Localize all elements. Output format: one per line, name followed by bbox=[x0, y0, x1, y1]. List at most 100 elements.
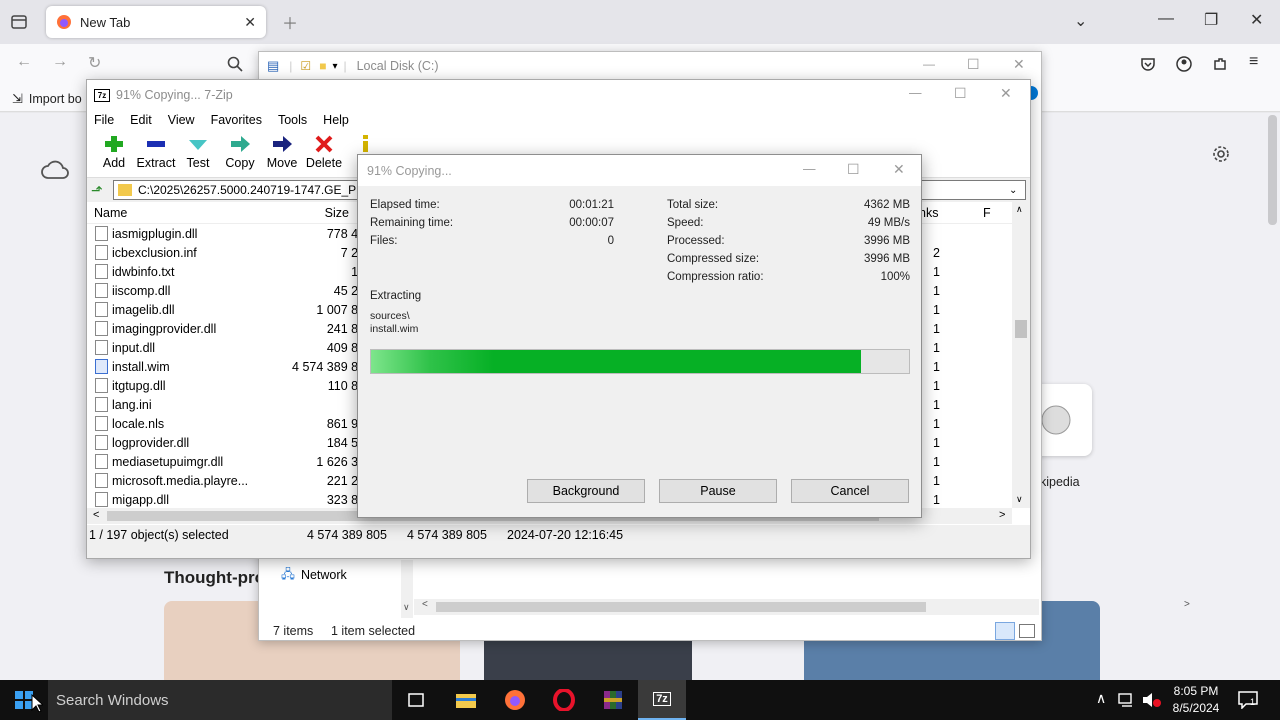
menu-file[interactable]: File bbox=[94, 113, 114, 127]
horizontal-scrollbar[interactable]: < > bbox=[414, 599, 1190, 615]
close-icon[interactable]: ✕ bbox=[893, 161, 905, 178]
progress-bar-fill bbox=[371, 350, 861, 373]
file-icon bbox=[95, 302, 108, 317]
add-button[interactable]: Add bbox=[93, 130, 135, 170]
cancel-button[interactable]: Cancel bbox=[791, 479, 909, 503]
details-view-icon[interactable] bbox=[995, 622, 1015, 640]
nav-network-label: Network bbox=[300, 568, 347, 582]
wikipedia-icon bbox=[1041, 405, 1071, 435]
scroll-right-icon[interactable]: > bbox=[1184, 599, 1190, 610]
scroll-down-icon[interactable]: ∨ bbox=[1016, 494, 1023, 505]
firefox-taskbar-icon[interactable] bbox=[491, 680, 539, 720]
links-value: 1 bbox=[933, 474, 940, 488]
quick-access-dropdown-icon[interactable]: ▾ bbox=[332, 61, 337, 72]
maximize-icon[interactable]: ☐ bbox=[847, 161, 860, 178]
scroll-left-icon[interactable]: < bbox=[422, 599, 428, 610]
menu-help[interactable]: Help bbox=[323, 113, 349, 127]
search-icon[interactable] bbox=[227, 56, 243, 72]
large-icons-view-icon[interactable] bbox=[1019, 624, 1035, 638]
extract-button[interactable]: Extract bbox=[135, 130, 177, 170]
close-icon[interactable]: ✕ bbox=[1013, 56, 1025, 73]
settings-gear-icon[interactable] bbox=[1212, 145, 1230, 163]
task-view-icon[interactable] bbox=[392, 680, 440, 720]
browser-tab-bar: New Tab ✕ ＋ ⌄ — ❐ ✕ bbox=[0, 0, 1280, 44]
processed-value: 3996 MB bbox=[863, 235, 910, 247]
menu-edit[interactable]: Edit bbox=[130, 113, 152, 127]
file-name: itgtupg.dll bbox=[112, 378, 166, 393]
shortcut-label[interactable]: kipedia bbox=[1040, 475, 1080, 489]
pocket-icon[interactable] bbox=[1140, 56, 1156, 72]
nav-item-network[interactable]: 🖧 Network bbox=[259, 560, 399, 590]
file-icon bbox=[95, 492, 108, 507]
chevron-down-icon[interactable]: ⌄ bbox=[1009, 185, 1025, 196]
page-scrollbar[interactable] bbox=[1265, 113, 1280, 680]
scroll-down-icon[interactable]: ∨ bbox=[403, 602, 410, 613]
reload-icon[interactable]: ↻ bbox=[88, 53, 101, 73]
remaining-value: 00:00:07 bbox=[569, 217, 614, 229]
taskbar: Search Windows 7z ∧ 8:05 PM 8/5/2024 1 bbox=[0, 680, 1280, 720]
close-tab-icon[interactable]: ✕ bbox=[244, 14, 256, 31]
file-explorer-taskbar-icon[interactable] bbox=[442, 680, 490, 720]
links-value: 1 bbox=[933, 379, 940, 393]
menu-icon[interactable]: ≡ bbox=[1249, 53, 1258, 71]
close-icon[interactable]: ✕ bbox=[1000, 85, 1012, 102]
browser-tab-new[interactable]: New Tab ✕ bbox=[46, 6, 266, 38]
minimize-icon[interactable]: — bbox=[909, 86, 922, 100]
up-folder-icon[interactable]: ⬏ bbox=[91, 182, 113, 199]
close-icon[interactable]: ✕ bbox=[1250, 10, 1263, 30]
clock[interactable]: 8:05 PM 8/5/2024 bbox=[1166, 683, 1226, 717]
tray-overflow-icon[interactable]: ∧ bbox=[1096, 690, 1106, 707]
info-icon bbox=[363, 135, 368, 152]
winrar-taskbar-icon[interactable] bbox=[589, 680, 637, 720]
speed-label: Speed: bbox=[667, 217, 704, 229]
background-button[interactable]: Background bbox=[527, 479, 645, 503]
menu-view[interactable]: View bbox=[168, 113, 195, 127]
add-label: Add bbox=[102, 156, 126, 170]
taskbar-search[interactable]: Search Windows bbox=[48, 680, 392, 720]
move-button[interactable]: Move bbox=[261, 130, 303, 170]
elapsed-label: Elapsed time: bbox=[370, 199, 440, 211]
column-f[interactable]: F bbox=[983, 206, 991, 220]
copy-progress-dialog[interactable]: 91% Copying... — ☐ ✕ Elapsed time: 00:01:… bbox=[357, 154, 922, 518]
column-size[interactable]: Size bbox=[294, 206, 349, 220]
scroll-left-icon[interactable]: < bbox=[93, 509, 99, 521]
new-tab-icon[interactable]: ＋ bbox=[282, 10, 298, 34]
minimize-icon[interactable]: — bbox=[803, 162, 816, 176]
scroll-right-icon[interactable]: > bbox=[999, 509, 1005, 521]
chevron-down-icon[interactable]: ⌄ bbox=[1074, 11, 1087, 31]
notification-center-icon[interactable]: 1 bbox=[1238, 691, 1258, 709]
menu-favorites[interactable]: Favorites bbox=[211, 113, 262, 127]
current-file: sources\ install.wim bbox=[370, 310, 418, 336]
test-button[interactable]: Test bbox=[177, 130, 219, 170]
menu-tools[interactable]: Tools bbox=[278, 113, 307, 127]
scroll-up-icon[interactable]: ∧ bbox=[1016, 204, 1023, 215]
account-icon[interactable] bbox=[1176, 56, 1192, 72]
maximize-icon[interactable]: ☐ bbox=[954, 85, 967, 102]
maximize-icon[interactable]: ☐ bbox=[967, 56, 980, 73]
volume-muted-icon[interactable] bbox=[1142, 692, 1162, 708]
pause-button[interactable]: Pause bbox=[659, 479, 777, 503]
properties-icon[interactable]: ☑ bbox=[300, 59, 311, 73]
copy-button[interactable]: Copy bbox=[219, 130, 261, 170]
links-value: 2 bbox=[933, 246, 940, 260]
restore-icon[interactable]: ❐ bbox=[1204, 10, 1218, 30]
vertical-scrollbar[interactable]: ∧ ∨ bbox=[1012, 202, 1030, 508]
tab-list-icon[interactable] bbox=[10, 13, 28, 31]
opera-taskbar-icon[interactable] bbox=[540, 680, 588, 720]
extensions-icon[interactable] bbox=[1212, 56, 1228, 72]
column-name[interactable]: Name bbox=[94, 206, 294, 220]
7zip-menu-bar: File Edit View Favorites Tools Help bbox=[87, 110, 1030, 130]
story-card-image[interactable] bbox=[484, 641, 692, 680]
minimize-icon[interactable]: — bbox=[1158, 10, 1174, 28]
network-tray-icon[interactable] bbox=[1118, 692, 1136, 708]
delete-button[interactable]: Delete bbox=[303, 130, 345, 170]
minimize-icon[interactable]: — bbox=[923, 57, 935, 71]
column-links[interactable]: nks bbox=[919, 206, 941, 220]
nav-scrollbar[interactable]: ∨ bbox=[401, 560, 413, 618]
extract-label: Extract bbox=[136, 156, 176, 170]
import-bookmarks-link[interactable]: ⇲ Import bo bbox=[12, 91, 82, 107]
7zip-taskbar-icon[interactable]: 7z bbox=[638, 680, 686, 720]
forward-icon[interactable]: → bbox=[52, 53, 68, 71]
status-size: 4 574 389 805 bbox=[307, 528, 387, 542]
back-icon[interactable]: ← bbox=[16, 53, 32, 71]
